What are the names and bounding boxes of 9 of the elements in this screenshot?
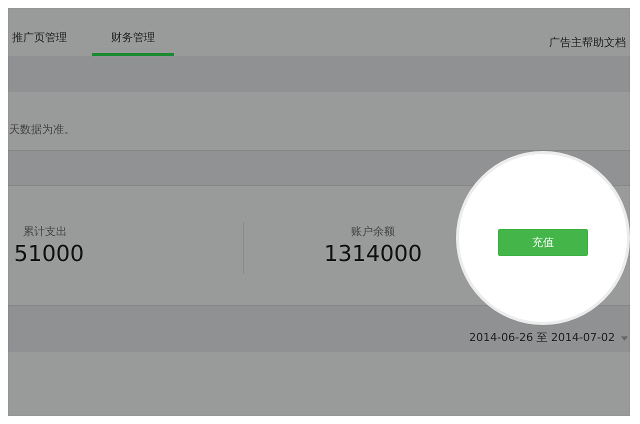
help-link[interactable]: 广告主帮助文档 [549,35,626,50]
caret-icon [621,336,628,341]
stat-label: 账户余额 [351,224,395,239]
notice-text: 天数据为准。 [9,122,75,137]
stat-value: 1314000 [324,242,422,267]
stat-label: 累计支出 [23,224,67,239]
date-range-picker[interactable]: 2014-06-26 至 2014-07-02 [469,330,615,345]
tab[interactable]: 推广页管理 [8,8,92,56]
stat-value: 51000 [14,242,84,267]
